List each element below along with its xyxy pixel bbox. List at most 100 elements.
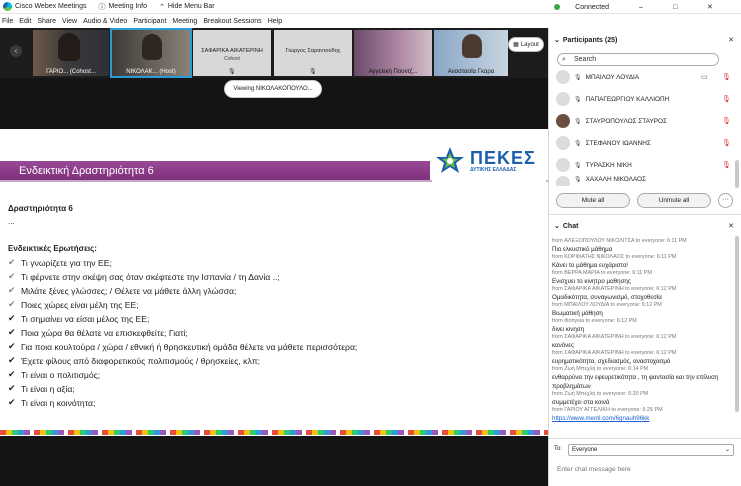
video-tile[interactable]: Αναστασία Γκαρα [434, 30, 508, 76]
chat-link[interactable]: https://www.menti.com/6gnauh96kk [552, 414, 732, 423]
chat-meta: from ΣΑΦΑΡΙΚΑ ΑΙΚΑΤΕΡΙΝΗ to everyone: 6:… [552, 350, 677, 356]
participant-row[interactable]: 🎙 ΠΑΠΑΓΕΩΡΓΙΟΥ ΚΑΛΛΙΟΠΗ 🎙 [556, 88, 734, 110]
chat-meta: from Ζωή Μπεχλή to everyone: 6:14 PM [552, 366, 649, 372]
chat-meta: from ΣΑΦΑΡΙΚΑ ΑΙΚΑΤΕΡΙΝΗ to everyone: 6:… [552, 334, 677, 340]
question-item: ✔ Έχετε φίλους από διαφορετικούς πολιτισμ… [8, 355, 261, 366]
chevron-down-icon: ⌄ [724, 447, 730, 453]
chat-message-input[interactable] [557, 463, 727, 475]
chat-scrollbar[interactable] [735, 236, 739, 412]
menu-edit[interactable]: Edit [19, 18, 31, 25]
menu-share[interactable]: Share [37, 18, 56, 25]
muted-icon[interactable]: 🎙 [722, 161, 731, 169]
mic-icon: 🎙 [574, 96, 582, 103]
tile-name: ΝΙΚΟΛΑΚ... (Host) [126, 69, 176, 75]
chat-header[interactable]: ⌄ Chat [554, 222, 578, 231]
avatar [556, 176, 570, 186]
avatar [556, 136, 570, 150]
muted-icon[interactable]: 🎙 [722, 139, 731, 147]
video-tile[interactable]: ΣΑΦΑΡΙΚΑ ΑΙΚΑΤΕΡΙΝΗ Cohost 🎙 [193, 30, 271, 76]
participant-video [462, 34, 482, 58]
more-options-button[interactable]: ··· [718, 193, 733, 208]
chat-close-button[interactable]: ✕ [728, 222, 734, 230]
menu-participant[interactable]: Participant [133, 18, 166, 25]
mic-icon: 🎙 [228, 69, 236, 75]
muted-icon[interactable]: 🎙 [722, 95, 731, 103]
hide-menu-bar-button[interactable]: ⌃ Hide Menu Bar [159, 3, 215, 11]
video-tile[interactable]: ΓΑΡΙΟ... (Cohost... [33, 30, 109, 76]
chat-message: Βιωματική μάθηση [552, 310, 603, 317]
menu-audio-video[interactable]: Audio & Video [83, 18, 127, 25]
mic-icon: 🎙 [574, 118, 582, 125]
slide-subheading: Ενδεικτικές Ερωτήσεις: [8, 244, 97, 253]
participant-row[interactable]: 🎙 ΣΤΑΥΡΟΠΟΥΛΟΣ ΣΤΑΥΡΟΣ 🎙 [556, 110, 734, 132]
chat-message: Ομαδικότητα, συναγωνισμό, στοχοθεσία [552, 294, 662, 301]
chat-message: Κάνει το μάθημα ευχάριστο! [552, 262, 629, 269]
chat-meta: from dionysia to everyone: 6:12 PM [552, 318, 637, 324]
video-tile[interactable]: Γιώργος Σαραντούδης 🎙 [274, 30, 352, 76]
shared-slide: Ενδεικτική Δραστηριότητα 6 ΠΕΚΕΣ ΔΥΤΙΚΗΣ… [0, 129, 548, 436]
question-item: ✔ Τι είναι η αξία; [8, 383, 75, 394]
mic-icon: 🎙 [574, 162, 582, 169]
participant-video [142, 34, 162, 60]
chat-message: δινει κινηση [552, 326, 585, 333]
meeting-info-button[interactable]: ⓘ Meeting Info [98, 2, 147, 12]
check-icon: ✔ [8, 299, 16, 309]
participants-scrollbar[interactable] [735, 160, 739, 188]
layout-grid-icon: ▦ [513, 42, 519, 48]
info-icon: ⓘ [98, 3, 106, 11]
app-title: Cisco Webex Meetings [15, 3, 87, 10]
slide-heading: Δραστηριότητα 6 [8, 204, 73, 213]
question-item: ✔ Τι είναι ο πολιτισμός; [8, 369, 101, 380]
chat-message: Ενισχυει το κινητρο μαθησης [552, 278, 631, 285]
participant-row[interactable]: 🎙 ΜΠΑΙΛΟΥ ΛΟΥΔΙΑ ▭ 🎙 [556, 66, 734, 88]
slide-decorative-band [0, 430, 548, 435]
chat-message: Πιο ελκυστικό μάθημα [552, 246, 613, 253]
chat-meta: from ΓΑΡΙΟΥ ΑΓΓΕΛΙΚΗ to everyone: 6:25 P… [552, 407, 663, 413]
menu-view[interactable]: View [62, 18, 77, 25]
chat-recipient-select[interactable]: Everyone ⌄ [568, 444, 734, 456]
participants-header[interactable]: ⌄ Participants (25) [554, 36, 617, 45]
participant-name: ΣΤΑΥΡΟΠΟΥΛΟΣ ΣΤΑΥΡΟΣ [585, 117, 667, 125]
menu-breakout-sessions[interactable]: Breakout Sessions [203, 18, 261, 25]
chevron-down-icon: ⌄ [554, 223, 560, 230]
participants-close-button[interactable]: ✕ [728, 36, 734, 44]
chat-log: from ΑΛΕΞΟΠΟΥΛΟΥ ΝΙΚΟΛΙΤΣΑ to everyone: … [552, 238, 732, 436]
muted-icon[interactable]: 🎙 [722, 117, 731, 125]
panel-divider [549, 214, 741, 215]
viewing-share-indicator[interactable]: Viewing ΝΙΚΟΛΑΚΟΠΟΥΛΟ... [224, 80, 322, 98]
avatar [556, 158, 570, 172]
mute-all-button[interactable]: Mute all [556, 193, 630, 208]
chat-message: ευρηματικότητα, σχεδιασμός, αναστοχασμό [552, 358, 671, 365]
question-item: ✔ Τι είναι η κοινότητα; [8, 397, 96, 408]
connected-dot-icon [554, 4, 561, 10]
unmute-all-button[interactable]: Unmute all [637, 193, 711, 208]
pekes-logo: ΠΕΚΕΣ ΔΥΤΙΚΗΣ ΕΛΛΑΔΑΣ [432, 139, 546, 183]
menu-help[interactable]: Help [268, 18, 282, 25]
maximize-button[interactable]: □ [673, 4, 695, 11]
check-icon: ✔ [8, 313, 16, 323]
prev-videos-button[interactable]: ‹ [10, 45, 22, 57]
menu-file[interactable]: File [2, 18, 13, 25]
video-tile-active-speaker[interactable]: ΝΙΚΟΛΑΚ... (Host) [110, 28, 192, 78]
video-tile[interactable]: Αγγελική Πουντζ... [354, 30, 432, 76]
participant-row[interactable]: 🎙 ΣΤΕΦΑΝΟΥ ΙΩΑΝΝΗΣ 🎙 [556, 132, 734, 154]
participant-row[interactable]: 🎙 ΧΑΧΑΛΗ ΝΙΚΟΛΑΟΣ [556, 176, 734, 186]
participants-search-input[interactable]: ⌕ Search [557, 53, 719, 66]
layout-button[interactable]: ▦ Layout [508, 37, 544, 52]
menu-meeting[interactable]: Meeting [172, 18, 197, 25]
check-icon: ✔ [8, 257, 16, 267]
connection-status: Connected [554, 4, 621, 11]
question-item: ✔ Τι φέρνετε στην σκέψη σας όταν σκέφτεστ… [8, 271, 280, 282]
chat-meta: from ΒΕΡΡΑ ΜΑΡΙΑ to everyone: 6:11 PM [552, 270, 652, 276]
logo-title: ΠΕΚΕΣ [470, 148, 536, 168]
minimize-button[interactable]: – [639, 4, 661, 11]
close-window-button[interactable]: ✕ [707, 3, 729, 11]
video-icon: ▭ [701, 74, 708, 81]
search-icon: ⌕ [562, 56, 566, 63]
check-icon: ✔ [8, 369, 16, 379]
question-item: ✔ Για ποια κουλτούρα / χώρα / εθνική ή θρ… [8, 341, 358, 352]
muted-icon[interactable]: 🎙 [722, 73, 731, 81]
chevron-up-icon: ⌃ [159, 3, 165, 11]
avatar [556, 70, 570, 84]
participant-row[interactable]: 🎙 ΤΥΡΑΣΚΗ ΝΙΚΗ 🎙 [556, 154, 734, 176]
